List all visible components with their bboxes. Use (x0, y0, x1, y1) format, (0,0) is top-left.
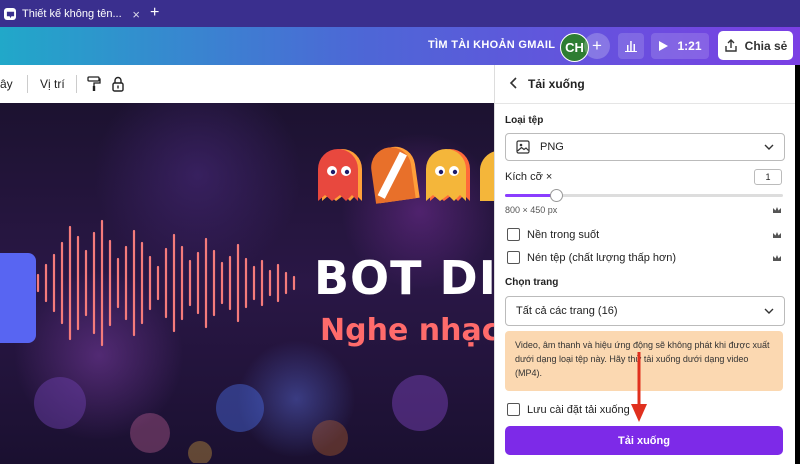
size-slider[interactable] (505, 189, 783, 202)
pages-select[interactable]: Tất cả các trang (16) (505, 296, 785, 326)
lock-icon[interactable] (108, 74, 128, 94)
panel-header: Tải xuống (495, 65, 795, 104)
crown-icon (773, 232, 781, 238)
option-transparent-bg[interactable]: Nền trong suốt (507, 228, 599, 241)
save-settings-label: Lưu cài đặt tải xuống (527, 403, 630, 416)
discord-logo (0, 253, 36, 343)
app-window: Thiết kế không tên... × + TÌM TÀI KHOẢN … (0, 0, 800, 464)
toolbar-divider (27, 75, 28, 93)
file-type-label: Loại tệp (505, 115, 544, 126)
toolbar-item-partial[interactable]: ây (0, 77, 13, 91)
ghost-sticker (318, 149, 362, 201)
pages-value: Tất cả các trang (16) (516, 305, 618, 317)
ghost-sticker (426, 149, 470, 201)
duration-label: 1:21 (677, 39, 702, 53)
chevron-down-icon (764, 144, 774, 150)
new-tab-button[interactable]: + (150, 4, 159, 22)
design-canvas[interactable]: BOT DIS Nghe nhạc (0, 103, 494, 464)
editor-toolbar: ây Vị trí (0, 65, 494, 104)
checkbox[interactable] (507, 403, 520, 416)
editor-header: TÌM TÀI KHOẢN GMAIL CH + 1:21 Chia sẻ (0, 27, 800, 65)
back-arrow-icon[interactable] (507, 76, 521, 90)
share-icon (724, 38, 737, 52)
dimensions-label: 800 × 450 px (505, 205, 558, 215)
option-compress[interactable]: Nén tệp (chất lượng thấp hơn) (507, 251, 676, 264)
size-slider-fill (505, 194, 556, 197)
bar-chart-icon (625, 41, 637, 52)
crown-icon (773, 207, 781, 213)
size-label: Kích cỡ × (505, 171, 553, 183)
ghost-stickers (318, 146, 494, 204)
option-label: Nền trong suốt (527, 228, 600, 241)
panel-title: Tải xuống (528, 77, 585, 91)
tab-title: Thiết kế không tên... (22, 8, 122, 20)
file-type-value: PNG (540, 141, 564, 153)
toolbar-divider (76, 75, 77, 93)
pages-label: Chọn trang (505, 277, 559, 288)
tab-close-icon[interactable]: × (132, 7, 140, 22)
browser-tab-strip: Thiết kế không tên... × + (0, 0, 800, 27)
size-slider-handle[interactable] (549, 189, 563, 202)
toolbar-item-position[interactable]: Vị trí (40, 77, 65, 91)
file-type-select[interactable]: PNG (505, 133, 785, 161)
blurred-lights-decoration (34, 375, 448, 463)
save-settings-option[interactable]: Lưu cài đặt tải xuống (507, 403, 630, 416)
present-button[interactable]: 1:21 (651, 33, 709, 59)
checkbox[interactable] (507, 251, 520, 264)
ghost-sticker (371, 146, 420, 204)
option-label: Nén tệp (chất lượng thấp hơn) (527, 251, 676, 264)
paint-roller-icon[interactable] (84, 74, 104, 94)
browser-tab[interactable]: Thiết kế không tên... × (4, 3, 140, 25)
upgrade-link[interactable]: TÌM TÀI KHOẢN GMAIL (428, 39, 555, 51)
share-button[interactable]: Chia sẻ (718, 31, 793, 60)
insights-button[interactable] (618, 33, 644, 59)
sound-wave-graphic (36, 219, 296, 347)
crown-icon (773, 255, 781, 261)
play-icon (659, 41, 669, 51)
size-input[interactable]: 1 (754, 169, 782, 185)
annotation-arrow-icon (631, 352, 647, 422)
chevron-down-icon (764, 308, 774, 314)
share-label: Chia sẻ (744, 38, 788, 53)
ghost-sticker (480, 151, 494, 201)
canvas-subline[interactable]: Nghe nhạc (320, 313, 494, 348)
canva-favicon-icon (4, 8, 16, 20)
canvas-headline[interactable]: BOT DIS (314, 251, 494, 305)
checkbox[interactable] (507, 228, 520, 241)
image-icon (516, 140, 530, 154)
download-button[interactable]: Tải xuống (505, 426, 783, 455)
add-collaborator-button[interactable]: + (584, 33, 610, 59)
